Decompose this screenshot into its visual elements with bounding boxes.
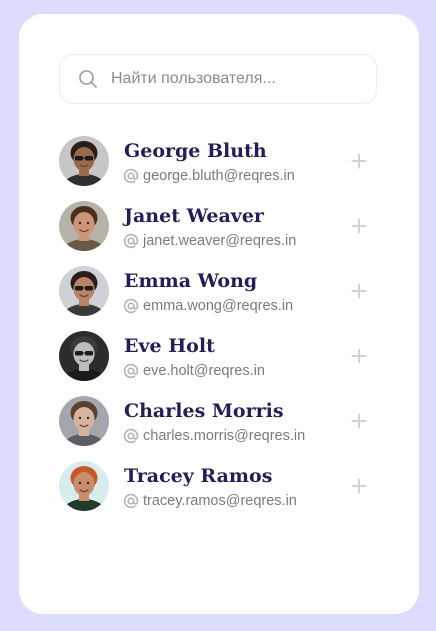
add-user-button[interactable] xyxy=(347,474,371,498)
at-icon xyxy=(123,363,139,379)
at-icon xyxy=(123,428,139,444)
at-icon xyxy=(123,168,139,184)
user-email-line: janet.weaver@reqres.in xyxy=(123,233,296,249)
user-email-line: charles.morris@reqres.in xyxy=(123,428,305,444)
user-name: Eve Holt xyxy=(124,335,215,357)
user-list-item[interactable]: Janet Weaver janet.weaver@reqres.in xyxy=(59,201,389,266)
avatar xyxy=(59,396,109,446)
add-user-button[interactable] xyxy=(347,149,371,173)
user-list-item[interactable]: George Bluth george.bluth@reqres.in xyxy=(59,136,389,201)
user-name: Tracey Ramos xyxy=(124,465,273,487)
avatar xyxy=(59,266,109,316)
user-email: tracey.ramos@reqres.in xyxy=(143,493,297,509)
user-list: George Bluth george.bluth@reqres.in Janet … xyxy=(59,136,389,526)
user-name: George Bluth xyxy=(124,140,267,162)
add-user-button[interactable] xyxy=(347,214,371,238)
plus-icon xyxy=(351,218,367,234)
user-email: eve.holt@reqres.in xyxy=(143,363,265,379)
user-email-line: george.bluth@reqres.in xyxy=(123,168,295,184)
at-icon xyxy=(123,233,139,249)
add-user-button[interactable] xyxy=(347,409,371,433)
add-user-button[interactable] xyxy=(347,344,371,368)
user-email-line: eve.holt@reqres.in xyxy=(123,363,265,379)
user-list-item[interactable]: Eve Holt eve.holt@reqres.in xyxy=(59,331,389,396)
user-email-line: tracey.ramos@reqres.in xyxy=(123,493,297,509)
user-list-item[interactable]: Emma Wong emma.wong@reqres.in xyxy=(59,266,389,331)
user-email-line: emma.wong@reqres.in xyxy=(123,298,293,314)
user-name: Emma Wong xyxy=(124,270,258,292)
plus-icon xyxy=(351,153,367,169)
user-email: janet.weaver@reqres.in xyxy=(143,233,297,249)
avatar xyxy=(59,331,109,381)
search-input[interactable] xyxy=(111,70,351,88)
search-icon xyxy=(79,70,97,88)
user-email: charles.morris@reqres.in xyxy=(143,428,306,444)
user-name: Janet Weaver xyxy=(124,205,264,227)
user-email: george.bluth@reqres.in xyxy=(143,168,295,184)
at-icon xyxy=(123,493,139,509)
search-field[interactable] xyxy=(59,54,377,104)
plus-icon xyxy=(351,283,367,299)
at-icon xyxy=(123,298,139,314)
avatar xyxy=(59,461,109,511)
add-user-button[interactable] xyxy=(347,279,371,303)
user-search-card: George Bluth george.bluth@reqres.in Janet … xyxy=(19,14,419,614)
user-list-item[interactable]: Charles Morris charles.morris@reqres.in xyxy=(59,396,389,461)
plus-icon xyxy=(351,348,367,364)
avatar xyxy=(59,201,109,251)
user-name: Charles Morris xyxy=(124,400,284,422)
user-list-item[interactable]: Tracey Ramos tracey.ramos@reqres.in xyxy=(59,461,389,526)
user-email: emma.wong@reqres.in xyxy=(143,298,294,314)
plus-icon xyxy=(351,413,367,429)
plus-icon xyxy=(351,478,367,494)
avatar xyxy=(59,136,109,186)
